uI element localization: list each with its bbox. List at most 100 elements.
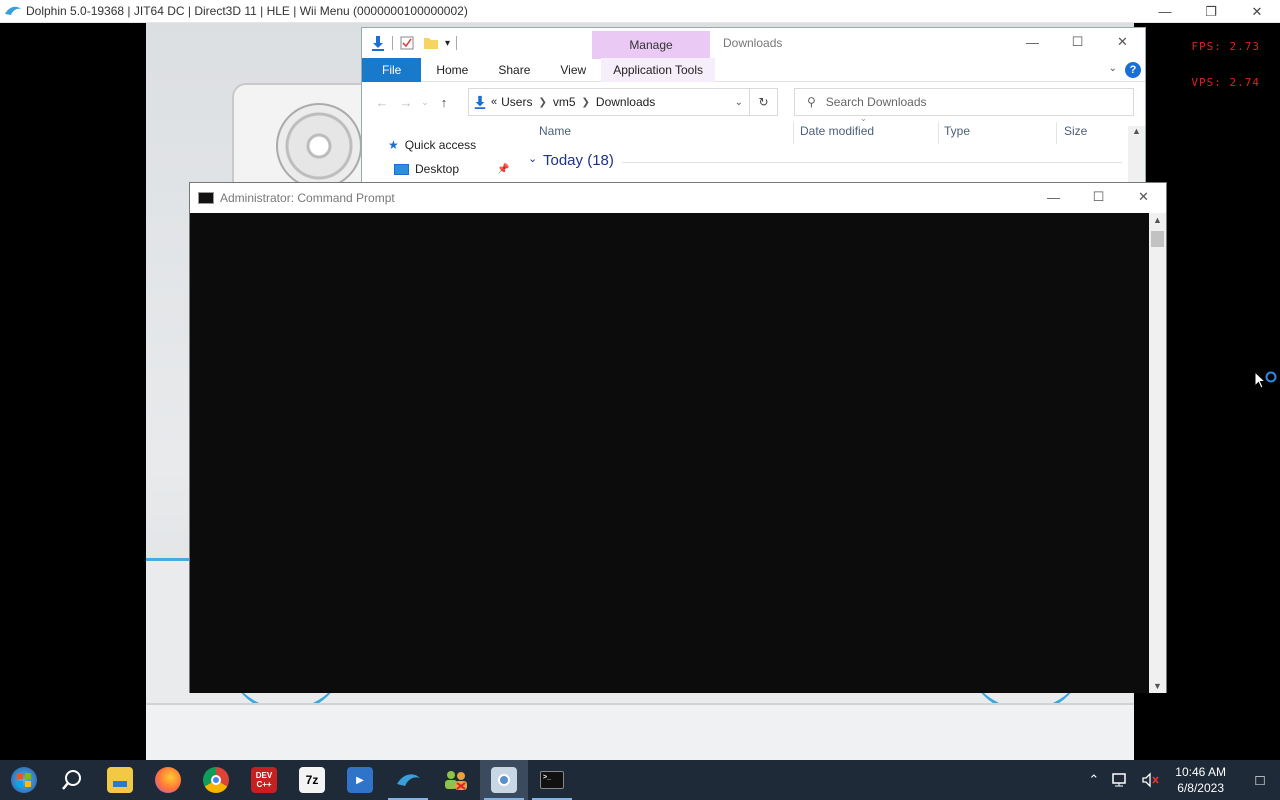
nav-item-label: Desktop: [415, 162, 460, 176]
desktop-icon: [394, 163, 409, 175]
help-icon[interactable]: ?: [1125, 62, 1141, 78]
scroll-up-chevron-icon[interactable]: ▲: [1149, 215, 1166, 225]
taskbar-7zip[interactable]: 7z: [288, 760, 336, 800]
group-collapse-chevron-icon[interactable]: ⌄: [528, 152, 537, 165]
taskbar-control-panel[interactable]: [480, 760, 528, 800]
chrome-icon: [203, 767, 229, 793]
show-hidden-icons-chevron-icon[interactable]: ⌃: [1088, 772, 1099, 788]
properties-icon[interactable]: [399, 35, 415, 51]
column-header-type[interactable]: Type: [944, 124, 970, 138]
explorer-navbar: ← → ⌄ ↑ « Users ❯ vm5 ❯ Downloads ⌄ ↻ ⚲ …: [362, 82, 1145, 122]
explorer-content: ★ Quick access Desktop 📌 Name Date modif…: [362, 114, 1145, 186]
explorer-close-button[interactable]: ✕: [1100, 28, 1145, 56]
scroll-up-chevron-icon[interactable]: ▲: [1132, 126, 1141, 136]
cmd-maximize-button[interactable]: ☐: [1076, 183, 1121, 211]
search-placeholder: Search Downloads: [825, 95, 927, 109]
tab-application-tools[interactable]: Application Tools: [601, 57, 716, 82]
action-center-icon[interactable]: □: [1240, 772, 1280, 789]
breadcrumb-downloads[interactable]: Downloads: [596, 95, 655, 109]
pin-icon[interactable]: 📌: [497, 164, 509, 175]
up-arrow-icon[interactable]: ↑: [432, 95, 456, 110]
dolphin-minimize-button[interactable]: —: [1142, 0, 1188, 23]
cmd-minimize-button[interactable]: —: [1031, 183, 1076, 211]
cmd-close-button[interactable]: ✕: [1121, 183, 1166, 211]
control-panel-icon: [491, 767, 517, 793]
address-bar[interactable]: « Users ❯ vm5 ❯ Downloads ⌄: [468, 88, 750, 116]
manage-contextual-tab[interactable]: Manage: [592, 31, 710, 59]
explorer-minimize-button[interactable]: —: [1010, 28, 1055, 56]
cmd-scrollbar[interactable]: ▲ ▼: [1149, 213, 1166, 693]
taskbar-media-player[interactable]: ▶: [336, 760, 384, 800]
cmd-titlebar: Administrator: Command Prompt — ☐ ✕: [190, 183, 1166, 213]
cmd-app-icon: [198, 192, 214, 204]
forward-arrow-icon[interactable]: →: [394, 95, 418, 110]
column-header-name[interactable]: Name: [539, 124, 571, 138]
dolphin-restore-button[interactable]: ❐: [1188, 0, 1234, 23]
system-tray: ⌃ 10:46 AM 6/8/2023 □: [1082, 760, 1280, 800]
scroll-thumb[interactable]: [1151, 231, 1164, 247]
column-divider[interactable]: [1056, 122, 1057, 144]
group-divider: [622, 162, 1122, 163]
search-icon: [62, 770, 81, 790]
breadcrumb-separator-icon[interactable]: ❯: [582, 97, 590, 108]
fps-counter: FPS: 2.73: [1191, 40, 1260, 53]
network-icon[interactable]: [1111, 772, 1129, 788]
taskbar-people[interactable]: [432, 760, 480, 800]
nav-item-desktop[interactable]: Desktop 📌: [394, 162, 509, 176]
explorer-ribbon: File Home Share View Application Tools ⌄…: [362, 57, 1145, 82]
explorer-window-title: Downloads: [723, 36, 783, 50]
taskbar-dev-cpp[interactable]: DEV C++: [240, 760, 288, 800]
cmd-window-title: Administrator: Command Prompt: [220, 191, 395, 205]
taskbar-firefox[interactable]: [144, 760, 192, 800]
clock-date: 6/8/2023: [1177, 781, 1224, 795]
mouse-pointer-busy-icon: [1254, 371, 1277, 389]
group-header-today[interactable]: Today (18): [543, 152, 614, 169]
explorer-maximize-button[interactable]: ☐: [1055, 28, 1100, 56]
7zip-icon: 7z: [299, 767, 325, 793]
firefox-icon: [155, 767, 181, 793]
ribbon-expand-chevron-icon[interactable]: ⌄: [1109, 63, 1117, 74]
tab-home[interactable]: Home: [421, 58, 483, 82]
new-folder-icon[interactable]: [423, 35, 439, 51]
column-divider[interactable]: [793, 122, 794, 144]
breadcrumb-users[interactable]: Users: [501, 95, 532, 109]
overflow-chevron-icon[interactable]: «: [491, 96, 497, 108]
people-icon: [443, 767, 469, 793]
address-dropdown-chevron-icon[interactable]: ⌄: [735, 97, 743, 108]
taskbar-file-explorer[interactable]: [96, 760, 144, 800]
taskbar-clock[interactable]: 10:46 AM 6/8/2023: [1175, 764, 1226, 796]
scroll-down-chevron-icon[interactable]: ▼: [1149, 681, 1166, 691]
play-icon: ▶: [347, 767, 373, 793]
dolphin-close-button[interactable]: ✕: [1234, 0, 1280, 23]
download-arrow-icon: [372, 36, 384, 51]
search-input[interactable]: ⚲ Search Downloads: [794, 88, 1134, 116]
column-divider[interactable]: [938, 122, 939, 144]
dolphin-app-icon: [5, 6, 21, 15]
volume-muted-icon[interactable]: [1141, 772, 1161, 788]
search-icon: ⚲: [807, 95, 816, 109]
taskbar-chrome[interactable]: [192, 760, 240, 800]
nav-item-quick-access[interactable]: ★ Quick access: [388, 138, 476, 152]
column-header-size[interactable]: Size: [1064, 124, 1087, 138]
breadcrumb-separator-icon[interactable]: ❯: [538, 97, 546, 108]
download-arrow-icon: [474, 95, 486, 109]
windows-start-icon: [11, 767, 37, 793]
cmd-icon: >_: [540, 771, 564, 789]
refresh-icon[interactable]: ↻: [750, 88, 778, 116]
breadcrumb-vm5[interactable]: vm5: [553, 95, 576, 109]
taskbar-dolphin[interactable]: [384, 760, 432, 800]
recent-locations-chevron-icon[interactable]: ⌄: [418, 97, 432, 108]
tab-view[interactable]: View: [545, 58, 601, 82]
start-button[interactable]: [0, 760, 48, 800]
folder-icon: [107, 767, 133, 793]
taskbar: DEV C++ 7z ▶ >_ ⌃ 10:46 AM 6/8/2023 □: [0, 760, 1280, 800]
search-button[interactable]: [48, 760, 96, 800]
taskbar-command-prompt[interactable]: >_: [528, 760, 576, 800]
tab-share[interactable]: Share: [483, 58, 545, 82]
explorer-scrollbar[interactable]: ▲: [1128, 126, 1145, 186]
cmd-console-area[interactable]: [190, 213, 1150, 693]
back-arrow-icon[interactable]: ←: [370, 95, 394, 110]
qa-customize-chevron-icon[interactable]: ▾: [445, 38, 450, 49]
column-header-date-modified[interactable]: Date modified: [800, 124, 874, 138]
tab-file[interactable]: File: [362, 57, 422, 82]
